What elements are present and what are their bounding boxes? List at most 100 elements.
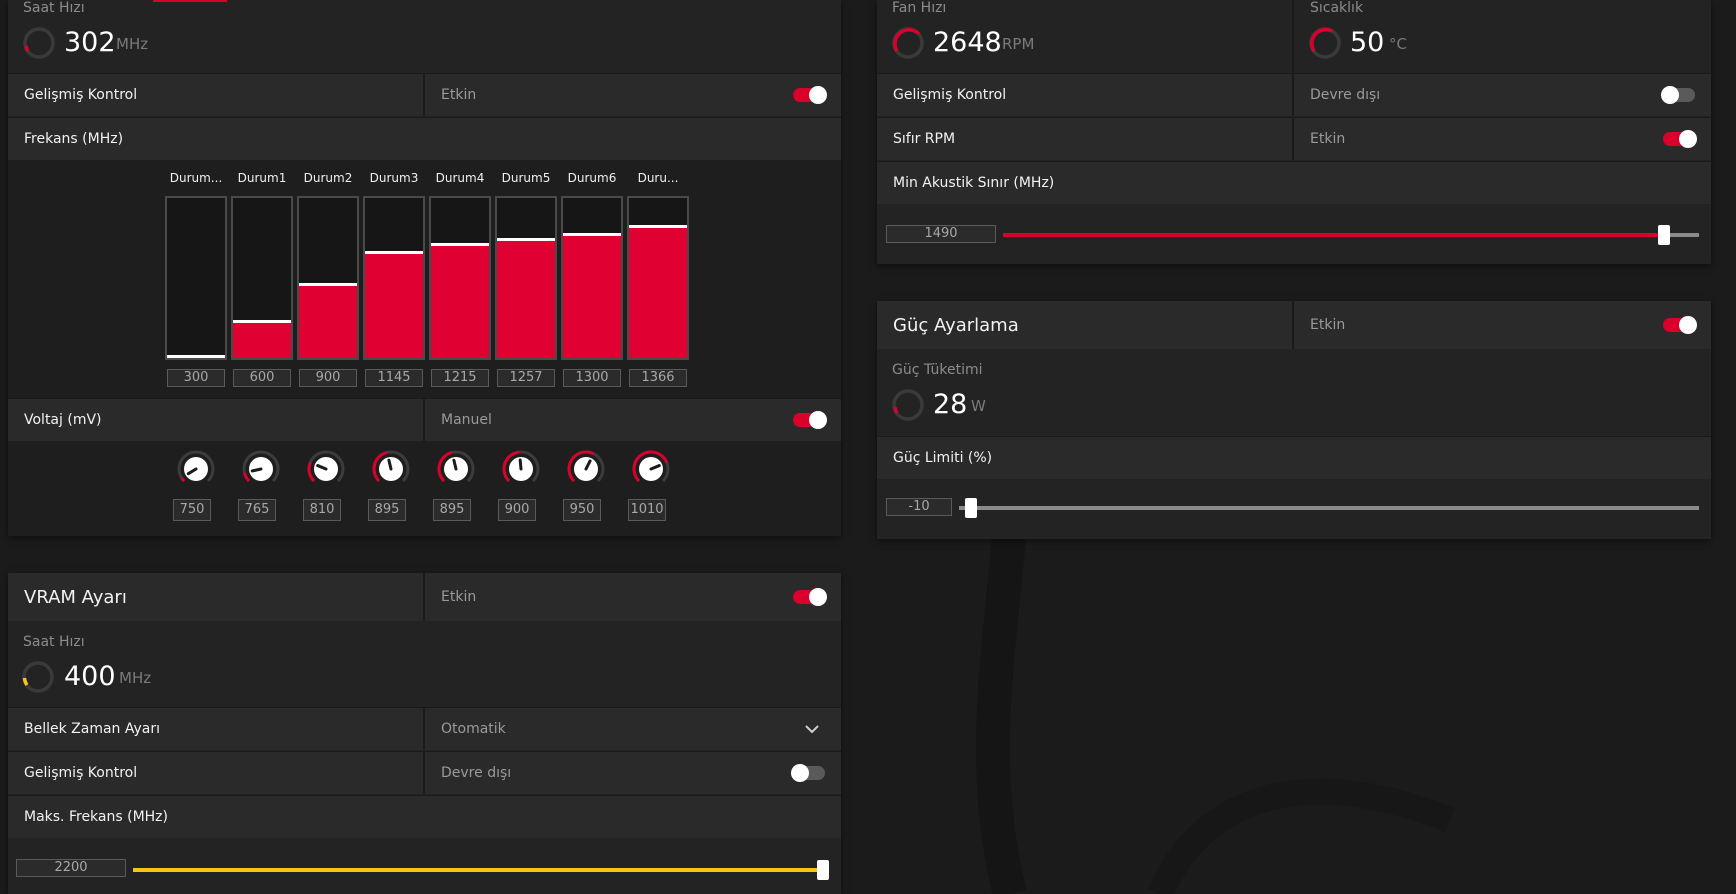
- frequency-state-label: Durum5: [501, 171, 551, 185]
- power-consumption-label: Güç Tüketimi: [892, 362, 983, 378]
- power-limit-label: Güç Limiti (%): [893, 450, 993, 466]
- power-limit-input[interactable]: -10: [886, 498, 952, 516]
- gpu-clock-gauge-icon: [23, 27, 55, 59]
- vram-toggle[interactable]: [793, 588, 827, 606]
- frequency-state-bar[interactable]: [231, 196, 293, 360]
- frequency-state-fill: [365, 251, 423, 358]
- voltage-knob-icon[interactable]: [631, 449, 671, 489]
- min-acoustic-fill: [1003, 233, 1664, 237]
- frequency-state-handle[interactable]: [365, 251, 423, 254]
- vram-clock-value: 400: [64, 661, 116, 692]
- min-acoustic-thumb[interactable]: [1658, 225, 1670, 245]
- frequency-state-handle[interactable]: [563, 233, 621, 236]
- temperature-gauge-icon: [1309, 27, 1341, 59]
- frequency-state-bar[interactable]: [429, 196, 491, 360]
- voltage-knob-icon[interactable]: [241, 449, 281, 489]
- vram-max-freq-fill: [133, 868, 823, 872]
- power-limit-thumb[interactable]: [965, 498, 977, 518]
- voltage-knob-input[interactable]: 895: [433, 499, 471, 521]
- power-tuning-panel: Güç Ayarlama Etkin Güç Tüketimi 28 W Güç…: [877, 301, 1711, 539]
- power-header-row: Güç Ayarlama Etkin: [877, 301, 1711, 349]
- power-toggle[interactable]: [1663, 316, 1697, 334]
- memory-timing-select[interactable]: Otomatik: [441, 721, 506, 737]
- voltage-knob-icon[interactable]: [306, 449, 346, 489]
- fan-advanced-toggle[interactable]: [1661, 86, 1695, 104]
- frequency-state-handle[interactable]: [629, 225, 687, 228]
- frequency-state-input[interactable]: 1300: [563, 369, 621, 387]
- vram-title: VRAM Ayarı: [24, 586, 127, 608]
- frequency-state-handle[interactable]: [233, 320, 291, 323]
- zero-rpm-value: Etkin: [1310, 131, 1346, 147]
- vram-max-freq-thumb[interactable]: [817, 860, 829, 880]
- voltage-knobs: 750 765 810 895 895 900 950 1010: [8, 441, 841, 536]
- zero-rpm-toggle[interactable]: [1663, 130, 1697, 148]
- voltage-knob-icon[interactable]: [371, 449, 411, 489]
- frequency-state-handle[interactable]: [167, 355, 225, 358]
- zero-rpm-row: Sıfır RPM Etkin: [877, 117, 1711, 160]
- frequency-state-input[interactable]: 1215: [431, 369, 489, 387]
- gpu-clock-label: Saat Hızı: [23, 0, 85, 16]
- frequency-state-label: Durum...: [169, 171, 223, 185]
- gpu-clock-value: 302: [64, 27, 116, 58]
- frequency-state-input[interactable]: 1366: [629, 369, 687, 387]
- temperature-label: Sıcaklık: [1310, 0, 1364, 16]
- min-acoustic-input[interactable]: 1490: [886, 225, 996, 243]
- fan-speed-gauge-icon: [892, 27, 924, 59]
- voltage-knob-input[interactable]: 810: [303, 499, 341, 521]
- voltage-knob-input[interactable]: 950: [563, 499, 601, 521]
- power-limit-row: Güç Limiti (%): [877, 436, 1711, 479]
- frequency-state-label: Durum6: [567, 171, 617, 185]
- frequency-state-label: Durum3: [369, 171, 419, 185]
- voltage-knob-input[interactable]: 900: [498, 499, 536, 521]
- gpu-voltage-toggle[interactable]: [793, 411, 827, 429]
- frequency-state-bar[interactable]: [561, 196, 623, 360]
- vram-advanced-toggle[interactable]: [791, 764, 825, 782]
- gpu-frequency-label: Frekans (MHz): [24, 131, 124, 147]
- voltage-knob-input[interactable]: 765: [238, 499, 276, 521]
- frequency-state-bar[interactable]: [495, 196, 557, 360]
- frequency-state-input[interactable]: 900: [299, 369, 357, 387]
- voltage-knob-input[interactable]: 750: [173, 499, 211, 521]
- frequency-state-fill: [233, 320, 291, 358]
- frequency-state-handle[interactable]: [431, 243, 489, 246]
- frequency-state-bar[interactable]: [363, 196, 425, 360]
- fan-tuning-panel: Fan Hızı 2648 RPM Sıcaklık 50 °C Gelişmi…: [877, 0, 1711, 264]
- fan-advanced-value: Devre dışı: [1310, 87, 1381, 103]
- voltage-knob-icon[interactable]: [176, 449, 216, 489]
- frequency-state-bar[interactable]: [297, 196, 359, 360]
- voltage-knob-input[interactable]: 1010: [628, 499, 666, 521]
- vram-max-freq-input[interactable]: 2200: [16, 859, 126, 877]
- frequency-states: Durum... 300 Durum1 600 Durum2 900 Durum3 1145 D…: [8, 160, 841, 398]
- frequency-state-fill: [299, 283, 357, 358]
- frequency-state-input[interactable]: 1145: [365, 369, 423, 387]
- fan-advanced-row: Gelişmiş Kontrol Devre dışı: [877, 73, 1711, 116]
- power-limit-track[interactable]: [959, 506, 1699, 510]
- fan-advanced-label: Gelişmiş Kontrol: [893, 87, 1007, 103]
- frequency-state-label: Durum4: [435, 171, 485, 185]
- gpu-advanced-toggle[interactable]: [793, 86, 827, 104]
- vram-clock-label: Saat Hızı: [23, 634, 85, 650]
- voltage-knob-icon[interactable]: [566, 449, 606, 489]
- frequency-state-fill: [431, 243, 489, 358]
- voltage-knob-input[interactable]: 895: [368, 499, 406, 521]
- frequency-state-input[interactable]: 600: [233, 369, 291, 387]
- fan-speed-label: Fan Hızı: [892, 0, 947, 16]
- min-acoustic-row: Min Akustik Sınır (MHz): [877, 161, 1711, 204]
- voltage-knob-icon[interactable]: [501, 449, 541, 489]
- gpu-voltage-value: Manuel: [441, 412, 492, 428]
- temperature-value: 50: [1350, 27, 1385, 58]
- frequency-state-input[interactable]: 300: [167, 369, 225, 387]
- gpu-advanced-control-row: Gelişmiş Kontrol Etkin: [8, 73, 841, 116]
- chevron-down-icon[interactable]: [804, 721, 820, 737]
- tab-indicator: [153, 0, 227, 2]
- frequency-state-handle[interactable]: [497, 238, 555, 241]
- gpu-tuning-panel: Saat Hızı 302 MHz Gelişmiş Kontrol Etkin…: [8, 0, 841, 536]
- frequency-state-handle[interactable]: [299, 283, 357, 286]
- frequency-state-input[interactable]: 1257: [497, 369, 555, 387]
- voltage-knob-icon[interactable]: [436, 449, 476, 489]
- frequency-state-bar[interactable]: [627, 196, 689, 360]
- gpu-clock-unit: MHz: [116, 35, 149, 53]
- fan-speed-unit: RPM: [1002, 35, 1035, 53]
- frequency-state-fill: [497, 238, 555, 358]
- frequency-state-bar[interactable]: [165, 196, 227, 360]
